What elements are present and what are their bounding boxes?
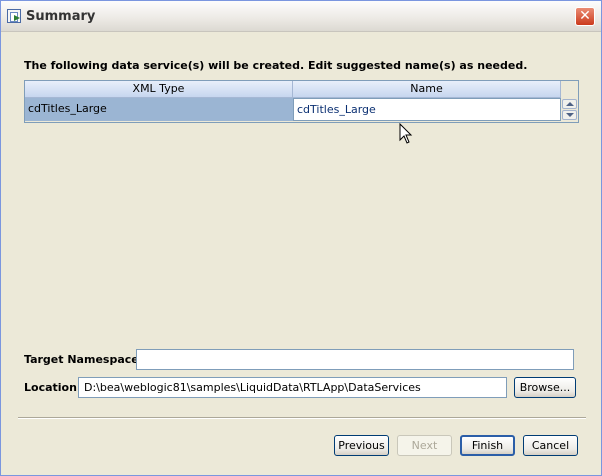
column-header-xml-type[interactable]: XML Type xyxy=(25,81,293,98)
close-icon: ✕ xyxy=(579,8,591,24)
row-scroller xyxy=(561,98,578,121)
window-title: Summary xyxy=(26,9,96,24)
summary-dialog: Summary ✕ The following data service(s) … xyxy=(0,0,602,476)
table-row[interactable]: cdTitles_Large cdTitles_Large xyxy=(25,98,561,121)
arrow-down-icon xyxy=(566,113,574,117)
location-label: Location xyxy=(24,381,77,394)
finish-button[interactable]: Finish xyxy=(460,435,515,456)
close-button[interactable]: ✕ xyxy=(575,7,595,26)
dialog-content: The following data service(s) will be cr… xyxy=(5,32,597,473)
column-header-name[interactable]: Name xyxy=(293,81,561,98)
cell-name-editor[interactable]: cdTitles_Large xyxy=(293,98,561,121)
scroll-up-button[interactable] xyxy=(562,99,577,109)
table-header: XML Type Name xyxy=(25,81,561,98)
cancel-button[interactable]: Cancel xyxy=(523,435,578,456)
separator xyxy=(18,417,586,419)
target-namespace-label: Target Namespace xyxy=(24,353,139,366)
location-input[interactable]: D:\bea\weblogic81\samples\LiquidData\RTL… xyxy=(78,377,507,398)
scroll-down-button[interactable] xyxy=(562,110,577,120)
browse-button[interactable]: Browse... xyxy=(514,377,576,398)
next-button[interactable]: Next xyxy=(397,435,452,456)
arrow-up-icon xyxy=(566,102,574,106)
previous-button[interactable]: Previous xyxy=(334,435,389,456)
cell-xml-type[interactable]: cdTitles_Large xyxy=(25,98,293,121)
instructions-text: The following data service(s) will be cr… xyxy=(24,59,528,72)
data-services-table: XML Type Name cdTitles_Large cdTitles_La… xyxy=(24,80,579,123)
wizard-icon xyxy=(7,9,21,23)
title-bar[interactable]: Summary ✕ xyxy=(1,1,601,32)
mouse-cursor-icon xyxy=(399,123,413,144)
target-namespace-input[interactable] xyxy=(136,349,574,370)
